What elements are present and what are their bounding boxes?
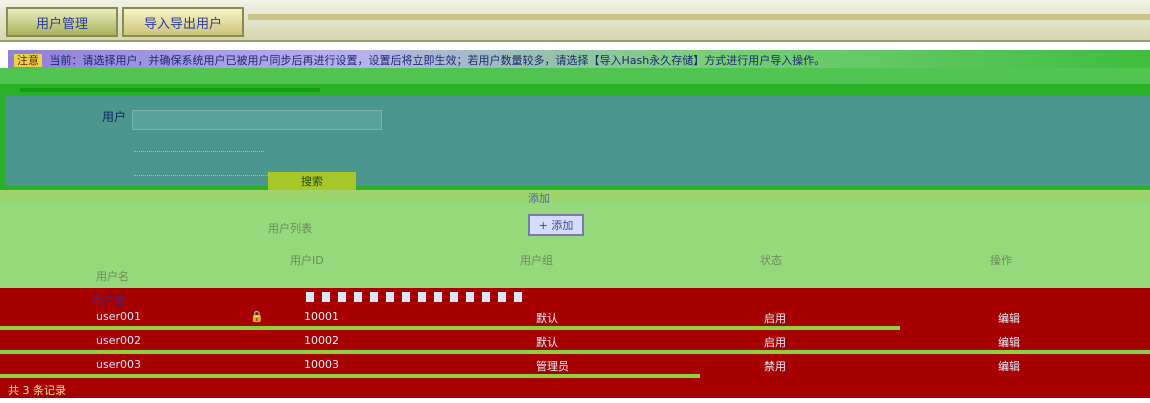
add-icon[interactable]: 添加 <box>528 190 580 205</box>
col-header-action[interactable]: 操作 <box>990 252 1012 268</box>
add-icon-label: 添加 <box>528 192 550 205</box>
tab-import-export[interactable]: 导入导出用户 <box>122 7 244 37</box>
table-cell-username[interactable]: user003 <box>96 358 141 371</box>
table-cell-status: 启用 <box>764 336 786 349</box>
notice-band-lower <box>0 68 1150 84</box>
notice-text-wrap: 注意 当前：请选择用户，并确保系统用户已被用户同步后再进行设置，设置后将立即生效… <box>14 52 1124 68</box>
search-panel: 用户 搜索 <box>0 84 1150 190</box>
table-header-divider <box>306 292 526 302</box>
add-user-button[interactable]: + 添加 <box>528 214 584 236</box>
row-divider <box>0 326 900 330</box>
row-divider <box>0 350 1150 354</box>
search-panel-inner: 用户 <box>6 96 1150 186</box>
table-cell-group: 管理员 <box>536 360 569 373</box>
col-header-userid[interactable]: 用户ID <box>290 252 324 268</box>
table-cell-username[interactable]: user002 <box>96 334 141 347</box>
user-table-zone: 添加 + 添加 用户列表 用户名 用户ID 用户组 状态 操作 用户名 user… <box>0 190 1150 403</box>
user-list-label: 用户列表 <box>268 222 312 235</box>
tab-bar-stripe <box>248 14 1150 20</box>
table-rows: 用户名 user001 🔒 10001 默认 启用 编辑 user002 100… <box>0 288 1150 403</box>
filter-row-2[interactable] <box>134 136 264 152</box>
lock-icon: 🔒 <box>250 310 264 323</box>
col-header-username[interactable]: 用户名 <box>96 268 129 284</box>
tab-user-management-label: 用户管理 <box>35 16 88 32</box>
table-cell-action[interactable]: 编辑 <box>998 310 1020 326</box>
table-cell-action[interactable]: 编辑 <box>998 358 1020 374</box>
row-divider <box>0 374 700 378</box>
user-field-label: 用户 <box>102 110 127 124</box>
table-cell-status: 启用 <box>764 312 786 325</box>
table-cell-group: 默认 <box>536 312 558 325</box>
col-header-group[interactable]: 用户组 <box>520 252 553 268</box>
table-cell-userid: 10003 <box>304 358 339 371</box>
tab-user-management[interactable]: 用户管理 <box>6 7 118 37</box>
username-header-cell: 用户名 <box>92 294 125 307</box>
panel-topline <box>20 88 320 92</box>
footer-bar <box>0 398 1150 403</box>
notice-text: 当前：请选择用户，并确保系统用户已被用户同步后再进行设置，设置后将立即生效；若用… <box>49 54 826 67</box>
table-cell-username[interactable]: user001 <box>96 310 141 323</box>
table-footer: 共 3 条记录 <box>8 384 66 397</box>
notice-banner: 注意 当前：请选择用户，并确保系统用户已被用户同步后再进行设置，设置后将立即生效… <box>0 44 1150 84</box>
table-cell-group: 默认 <box>536 336 558 349</box>
table-cell-action[interactable]: 编辑 <box>998 334 1020 350</box>
table-cell-userid: 10001 <box>304 310 339 323</box>
col-header-status[interactable]: 状态 <box>760 252 782 268</box>
table-cell-status: 禁用 <box>764 360 786 373</box>
table-cell-userid: 10002 <box>304 334 339 347</box>
tab-import-export-label: 导入导出用户 <box>143 16 222 32</box>
notice-tag: 注意 <box>14 54 42 67</box>
user-search-input[interactable] <box>132 110 382 130</box>
search-button[interactable]: 搜索 <box>268 172 356 190</box>
tab-bar: 用户管理 导入导出用户 <box>0 0 1150 42</box>
